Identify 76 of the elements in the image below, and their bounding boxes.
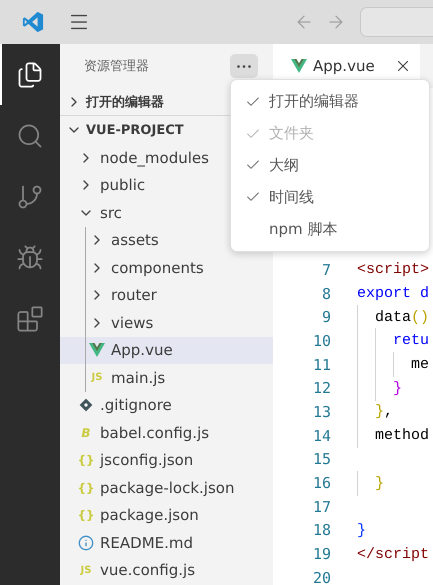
menu-label: 文件夹 [269, 124, 314, 144]
file-name: package-lock.json [100, 478, 234, 497]
tab-label: App.vue [313, 57, 376, 75]
line-number: 14 [312, 426, 331, 445]
folder-item[interactable]: components [60, 254, 273, 282]
folder-name: views [111, 314, 154, 332]
menu-label: 大纲 [269, 156, 299, 175]
folder-item[interactable]: views [60, 309, 273, 336]
files-icon [16, 60, 44, 88]
js-icon: JS [80, 564, 92, 576]
line-number: 8 [320, 284, 331, 303]
info-icon [78, 534, 94, 551]
file-item[interactable]: JS vue.config.js [60, 556, 273, 584]
js-icon: JS [92, 372, 102, 384]
file-name: main.js [111, 368, 166, 387]
code-line: } [357, 522, 366, 539]
line-number: 20 [312, 568, 331, 585]
section-title: 打开的编辑器 [86, 94, 164, 110]
menu-label: npm 脚本 [269, 220, 338, 239]
code-line: </script [357, 546, 430, 563]
folder-name: router [111, 286, 157, 304]
braces-icon: {} [77, 508, 95, 522]
file-name: .gitignore [100, 396, 172, 414]
file-name: jsconfig.json [100, 451, 194, 470]
line-number: 12 [312, 379, 331, 398]
file-name: README.md [100, 534, 194, 552]
code-line: }, [357, 403, 394, 420]
folder-name: node_modules [100, 148, 209, 167]
more-button[interactable] [230, 54, 258, 78]
line-number: 11 [312, 356, 331, 374]
more-icon [237, 64, 251, 68]
vue-icon [291, 59, 307, 73]
search-icon [16, 122, 44, 150]
code-line: <script> [357, 261, 430, 278]
menu-label: 时间线 [269, 188, 314, 207]
bug-icon [16, 244, 44, 272]
file-name: package.json [100, 506, 199, 524]
braces-icon: {} [77, 453, 95, 468]
file-name: App.vue [111, 341, 173, 360]
line-number: 18 [312, 521, 331, 540]
folder-item[interactable]: router [60, 282, 273, 309]
file-item[interactable]: {} jsconfig.json [60, 446, 273, 474]
folder-name: src [100, 204, 122, 222]
line-number: 9 [320, 308, 331, 326]
vue-icon [89, 343, 105, 358]
section-title: VUE-PROJECT [86, 122, 184, 138]
line-number: 19 [312, 545, 331, 564]
file-item[interactable]: {} package.json [60, 502, 273, 529]
file-item[interactable]: JS main.js [60, 364, 273, 392]
line-number: 16 [312, 474, 331, 492]
code-line: export d [357, 285, 430, 302]
folder-name: components [111, 258, 204, 277]
logo-icon [22, 11, 44, 33]
file-item[interactable]: {} package-lock.json [60, 474, 273, 502]
line-number: 13 [312, 402, 331, 421]
file-name: babel.config.js [100, 424, 210, 442]
line-number: 10 [312, 332, 331, 350]
folder-name: assets [111, 231, 159, 250]
branch-icon [16, 182, 44, 210]
file-item[interactable]: .gitignore [60, 392, 273, 419]
folder-name: public [100, 176, 146, 194]
menu-item[interactable]: 时间线 [231, 181, 429, 214]
file-item[interactable]: B babel.config.js [60, 419, 273, 446]
file-item[interactable]: README.md [60, 529, 273, 556]
file-item[interactable]: App.vue [60, 336, 273, 364]
menu-item[interactable]: npm 脚本 [231, 213, 429, 245]
braces-icon: {} [77, 480, 95, 495]
line-number: 15 [312, 450, 331, 468]
line-number: 17 [312, 498, 331, 516]
blocks-icon [16, 304, 44, 332]
sidebar-title: 资源管理器 [84, 58, 150, 75]
file-name: vue.config.js [100, 561, 196, 580]
babel-icon: B [81, 426, 91, 440]
line-number: 7 [320, 260, 331, 279]
command-field[interactable] [360, 7, 433, 37]
menu-item[interactable]: 大纲 [231, 150, 429, 182]
